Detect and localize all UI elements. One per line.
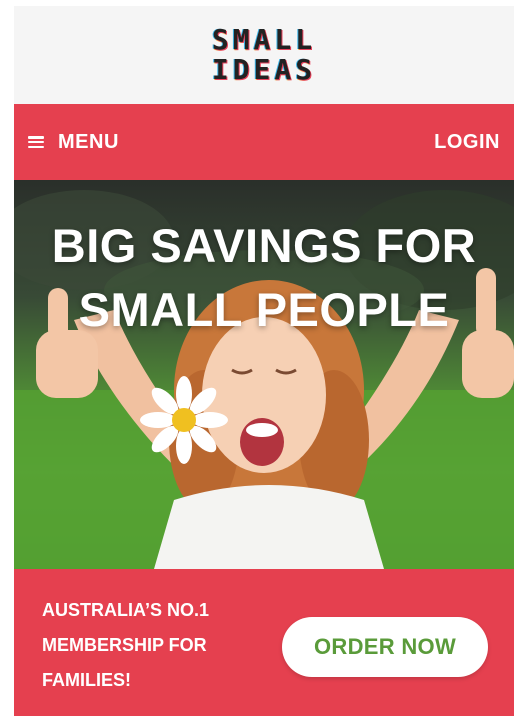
hero-banner: BIG SAVINGS FOR SMALL PEOPLE	[14, 180, 514, 569]
logo-header: SMALL IDEAS	[14, 6, 514, 104]
promo-tagline: AUSTRALIA’S NO.1 MEMBERSHIP FOR FAMILIES…	[42, 593, 262, 698]
hero-title: BIG SAVINGS FOR SMALL PEOPLE	[14, 214, 514, 342]
hamburger-icon	[28, 136, 44, 148]
login-link[interactable]: LOGIN	[434, 131, 500, 154]
tagline-line-1: AUSTRALIA’S NO.1	[42, 600, 210, 620]
page-frame: SMALL IDEAS MENU LOGIN BIG SAVINGS FOR S…	[14, 6, 514, 716]
promo-bar: AUSTRALIA’S NO.1 MEMBERSHIP FOR FAMILIES…	[14, 569, 514, 716]
order-now-button[interactable]: ORDER NOW	[282, 617, 488, 677]
logo-line-1: SMALL	[211, 23, 317, 56]
order-now-label: ORDER NOW	[313, 634, 457, 659]
brand-logo[interactable]: SMALL IDEAS	[212, 26, 316, 84]
tagline-line-2: MEMBERSHIP FOR	[42, 635, 207, 655]
logo-line-2: IDEAS	[211, 53, 317, 86]
tagline-line-3: FAMILIES!	[42, 670, 131, 690]
menu-label: MENU	[58, 130, 119, 153]
menu-button[interactable]: MENU	[28, 131, 119, 154]
hero-title-line-2: SMALL PEOPLE	[78, 283, 450, 336]
hero-title-line-1: BIG SAVINGS FOR	[51, 219, 477, 272]
nav-bar: MENU LOGIN	[14, 104, 514, 180]
daisy-flower-icon	[140, 376, 228, 464]
